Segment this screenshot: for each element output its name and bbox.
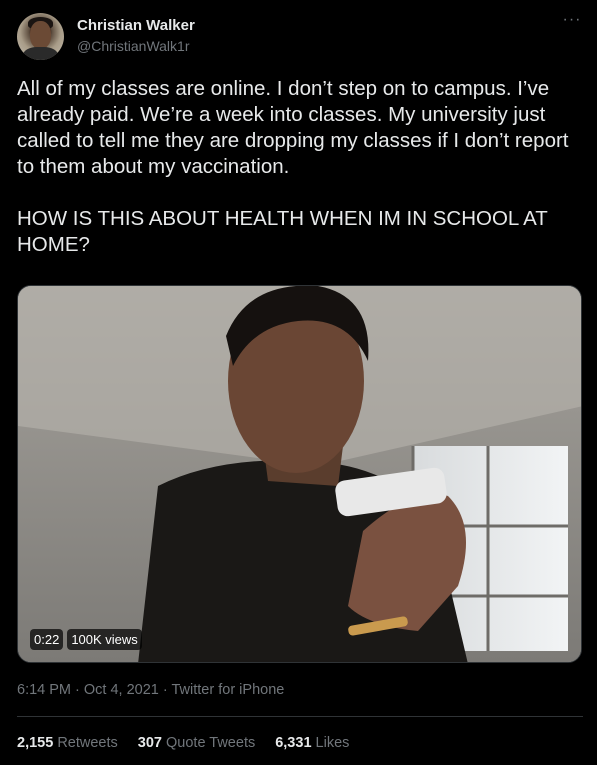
author-handle[interactable]: @ChristianWalk1r xyxy=(77,38,190,54)
retweets-stat[interactable]: 2,155 Retweets xyxy=(17,735,118,751)
tweet-stats: 2,155 Retweets 307 Quote Tweets 6,331 Li… xyxy=(17,735,349,751)
tweet-header: Christian Walker @ChristianWalk1r ··· xyxy=(17,12,583,61)
timestamp-link[interactable]: 6:14 PM · Oct 4, 2021 xyxy=(17,682,159,698)
tweet: Christian Walker @ChristianWalk1r ··· Al… xyxy=(0,0,597,765)
video-views: 100K views xyxy=(67,629,142,650)
likes-count: 6,331 xyxy=(275,735,312,751)
avatar-shirt xyxy=(23,47,58,60)
quotes-label: Quote Tweets xyxy=(166,735,256,751)
avatar-face xyxy=(30,21,51,49)
tweet-text: All of my classes are online. I don’t st… xyxy=(17,77,569,256)
video-player[interactable]: 0:22 100K views xyxy=(17,285,582,663)
retweets-label: Retweets xyxy=(57,735,118,751)
divider xyxy=(17,716,583,717)
likes-label: Likes xyxy=(315,735,350,751)
video-badges: 0:22 100K views xyxy=(30,629,142,650)
tweet-meta: 6:14 PM · Oct 4, 2021 · Twitter for iPho… xyxy=(17,682,284,698)
avatar[interactable] xyxy=(17,13,64,60)
video-duration: 0:22 xyxy=(30,629,64,650)
video-frame xyxy=(18,286,581,662)
more-options-icon[interactable]: ··· xyxy=(561,12,583,33)
retweets-count: 2,155 xyxy=(17,735,54,751)
source-link[interactable]: Twitter for iPhone xyxy=(172,682,285,698)
quotes-stat[interactable]: 307 Quote Tweets xyxy=(138,735,255,751)
author-name[interactable]: Christian Walker xyxy=(77,17,195,34)
quotes-count: 307 xyxy=(137,735,162,751)
meta-separator: · xyxy=(162,682,172,698)
likes-stat[interactable]: 6,331 Likes xyxy=(275,735,349,751)
